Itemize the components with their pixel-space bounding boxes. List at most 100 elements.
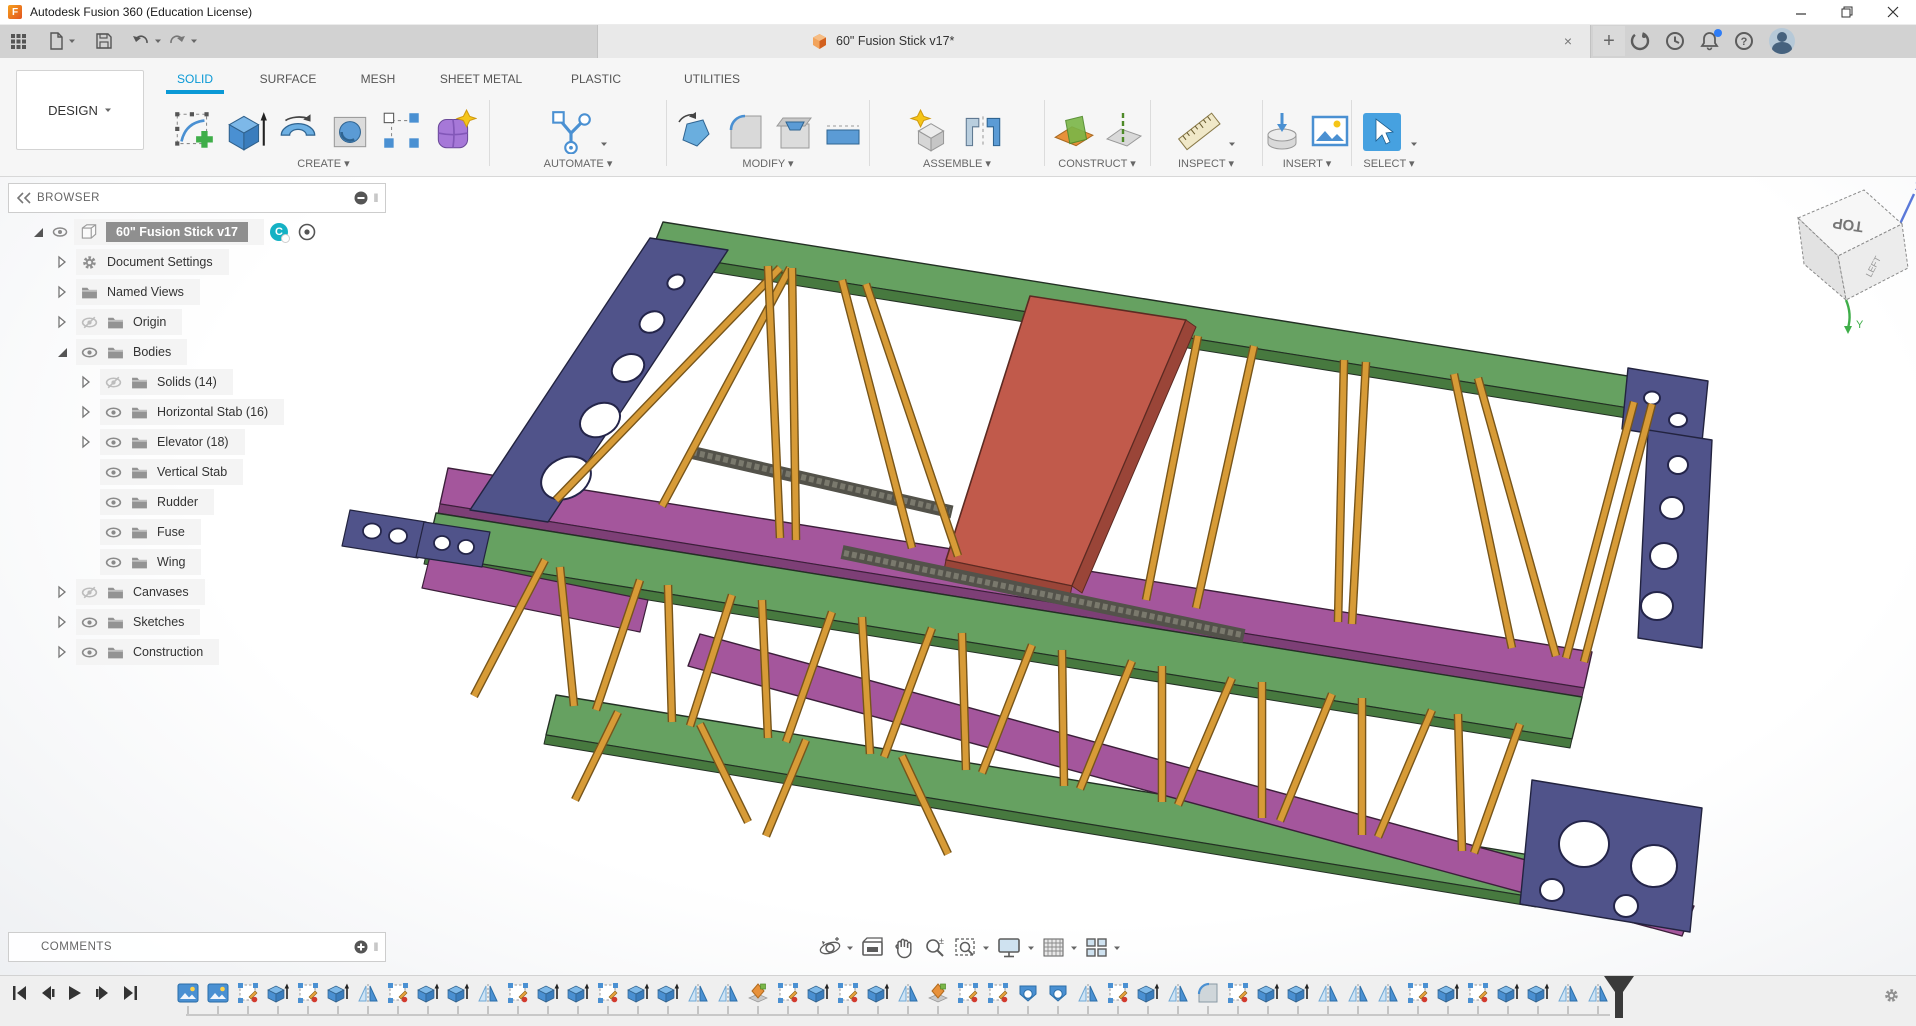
timeline-feature-mirror[interactable] bbox=[1347, 982, 1369, 1004]
go-to-end-button[interactable] bbox=[123, 985, 138, 1001]
extensions-icon[interactable] bbox=[1630, 31, 1650, 51]
expand-icon[interactable] bbox=[54, 644, 70, 660]
redo-icon[interactable] bbox=[168, 34, 186, 48]
browser-item-fuse[interactable]: Fuse bbox=[8, 517, 386, 547]
app-grid-icon[interactable] bbox=[10, 33, 27, 50]
eye-off-icon[interactable] bbox=[81, 314, 98, 331]
expand-open-icon[interactable] bbox=[30, 224, 46, 240]
timeline-feature-extrude[interactable] bbox=[807, 982, 829, 1004]
browser-item-elevator[interactable]: Elevator (18) bbox=[8, 427, 386, 457]
timeline-feature-canvas[interactable] bbox=[207, 982, 229, 1004]
expand-icon[interactable] bbox=[78, 434, 94, 450]
expand-icon[interactable] bbox=[54, 614, 70, 630]
eye-icon[interactable] bbox=[81, 644, 98, 661]
orbit-caret-icon[interactable] bbox=[846, 944, 854, 952]
create-sketch-button[interactable] bbox=[171, 108, 217, 154]
panel-minus-icon[interactable] bbox=[354, 191, 368, 205]
group-label-modify[interactable]: MODIFY ▾ bbox=[669, 157, 867, 170]
tab-solid[interactable]: SOLID bbox=[173, 70, 217, 88]
timeline-feature-extrude[interactable] bbox=[1497, 982, 1519, 1004]
viewports-caret-icon[interactable] bbox=[1113, 944, 1121, 952]
eye-off-icon[interactable] bbox=[105, 374, 122, 391]
timeline-feature-extrude[interactable] bbox=[537, 982, 559, 1004]
timeline-feature-sketch[interactable] bbox=[1107, 982, 1129, 1004]
timeline-feature-mirror[interactable] bbox=[1077, 982, 1099, 1004]
timeline-feature-extrude[interactable] bbox=[567, 982, 589, 1004]
tab-mesh[interactable]: MESH bbox=[357, 70, 400, 88]
timeline-feature-sketch[interactable] bbox=[387, 982, 409, 1004]
split-body-button[interactable] bbox=[823, 110, 863, 154]
job-status-icon[interactable] bbox=[1665, 31, 1685, 51]
display-settings-icon[interactable] bbox=[997, 936, 1023, 960]
eye-off-icon[interactable] bbox=[81, 584, 98, 601]
automate-caret-icon[interactable] bbox=[600, 140, 608, 148]
select-caret-icon[interactable] bbox=[1410, 140, 1418, 148]
profile-avatar[interactable] bbox=[1769, 28, 1795, 54]
group-label-assemble[interactable]: ASSEMBLE ▾ bbox=[872, 157, 1042, 170]
tab-surface[interactable]: SURFACE bbox=[256, 70, 321, 88]
measure-caret-icon[interactable] bbox=[1228, 140, 1236, 148]
group-label-construct[interactable]: CONSTRUCT ▾ bbox=[1047, 157, 1147, 170]
timeline-feature-sketch[interactable] bbox=[237, 982, 259, 1004]
timeline-feature-extrude[interactable] bbox=[267, 982, 289, 1004]
timeline-feature-sketch[interactable] bbox=[597, 982, 619, 1004]
zoom-icon[interactable]: ± bbox=[923, 936, 947, 960]
panel-grip[interactable]: ‖ bbox=[374, 940, 379, 954]
shell-button[interactable] bbox=[773, 110, 817, 154]
eye-icon[interactable] bbox=[105, 404, 122, 421]
timeline-feature-combine[interactable] bbox=[927, 982, 949, 1004]
expand-icon[interactable] bbox=[78, 374, 94, 390]
timeline-feature-sketch[interactable] bbox=[1407, 982, 1429, 1004]
timeline-feature-sketch[interactable] bbox=[777, 982, 799, 1004]
fillet-button[interactable] bbox=[723, 110, 767, 154]
eye-icon[interactable] bbox=[105, 434, 122, 451]
minimize-button[interactable] bbox=[1778, 0, 1824, 24]
timeline-position-marker[interactable] bbox=[1602, 976, 1636, 1018]
timeline-feature-mirror[interactable] bbox=[1167, 982, 1189, 1004]
play-button[interactable] bbox=[68, 985, 82, 1001]
eye-icon[interactable] bbox=[52, 224, 68, 240]
tab-utilities[interactable]: UTILITIES bbox=[680, 70, 744, 88]
browser-item-sketches[interactable]: Sketches bbox=[8, 607, 386, 637]
timeline-feature-sketch[interactable] bbox=[987, 982, 1009, 1004]
revolve-button[interactable] bbox=[275, 108, 321, 154]
browser-item-horizontal-stab[interactable]: Horizontal Stab (16) bbox=[8, 397, 386, 427]
file-menu-caret-icon[interactable] bbox=[68, 37, 76, 45]
tab-close-icon[interactable]: × bbox=[1558, 31, 1578, 51]
timeline-feature-extrude[interactable] bbox=[1137, 982, 1159, 1004]
look-at-icon[interactable] bbox=[861, 936, 885, 960]
group-label-automate[interactable]: AUTOMATE ▾ bbox=[492, 157, 664, 170]
timeline-feature-extrude[interactable] bbox=[1287, 982, 1309, 1004]
pan-icon[interactable] bbox=[892, 936, 916, 960]
viewcube[interactable]: Z TOP LEFT Y bbox=[1782, 176, 1916, 336]
timeline-feature-sketch[interactable] bbox=[1467, 982, 1489, 1004]
new-component-button[interactable] bbox=[908, 108, 954, 154]
timeline-feature-extrude[interactable] bbox=[1257, 982, 1279, 1004]
fit-icon[interactable] bbox=[954, 936, 978, 960]
collapse-panel-icon[interactable] bbox=[17, 192, 31, 204]
browser-item-solids[interactable]: Solids (14) bbox=[8, 367, 386, 397]
expand-icon[interactable] bbox=[78, 404, 94, 420]
browser-item-origin[interactable]: Origin bbox=[8, 307, 386, 337]
step-forward-button[interactable] bbox=[95, 985, 110, 1001]
new-tab-button[interactable]: + bbox=[1593, 26, 1625, 56]
browser-item-bodies[interactable]: Bodies bbox=[8, 337, 386, 367]
create-form-button[interactable] bbox=[431, 108, 477, 154]
insert-mesh-button[interactable] bbox=[1262, 108, 1302, 154]
redo-caret-icon[interactable] bbox=[190, 37, 198, 45]
browser-item-vertical-stab[interactable]: Vertical Stab bbox=[8, 457, 386, 487]
browser-item-document-settings[interactable]: Document Settings bbox=[8, 247, 386, 277]
hole-button[interactable] bbox=[327, 108, 373, 154]
extrude-button[interactable] bbox=[223, 108, 269, 154]
automate-button[interactable] bbox=[548, 108, 594, 154]
save-icon[interactable] bbox=[96, 33, 112, 49]
browser-item-rudder[interactable]: Rudder bbox=[8, 487, 386, 517]
timeline-feature-extrude[interactable] bbox=[327, 982, 349, 1004]
timeline-feature-combine[interactable] bbox=[747, 982, 769, 1004]
measure-button[interactable] bbox=[1176, 108, 1222, 154]
viewports-icon[interactable] bbox=[1085, 936, 1109, 960]
go-to-start-button[interactable] bbox=[12, 985, 27, 1001]
workspace-selector[interactable]: DESIGN bbox=[16, 70, 144, 150]
eye-icon[interactable] bbox=[105, 464, 122, 481]
eye-icon[interactable] bbox=[105, 494, 122, 511]
